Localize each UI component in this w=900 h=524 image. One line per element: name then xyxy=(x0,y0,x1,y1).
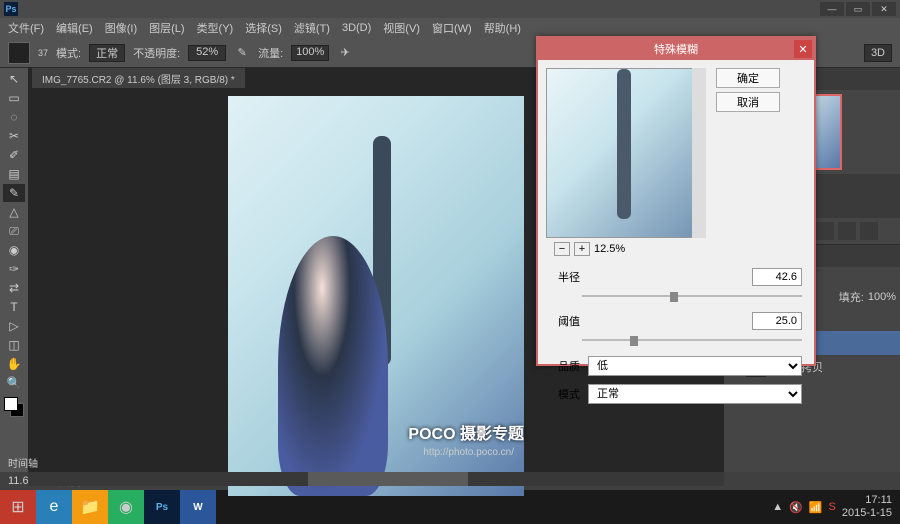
smart-blur-dialog: 特殊模糊 ✕ − + 12.5% 确定 取消 半径 阈值 品质 xyxy=(536,36,816,366)
pressure-opacity-icon[interactable]: ✎ xyxy=(234,45,250,61)
quality-select[interactable]: 低 xyxy=(588,356,802,376)
dialog-title: 特殊模糊 ✕ xyxy=(538,38,814,60)
titlebar: Ps — ▭ ✕ xyxy=(0,0,900,18)
taskbar-browser[interactable]: ◉ xyxy=(108,490,144,524)
menu-filter[interactable]: 滤镜(T) xyxy=(290,18,334,38)
crop-tool[interactable]: ✂ xyxy=(3,127,25,145)
stamp-tool[interactable]: △ xyxy=(3,203,25,221)
clock[interactable]: 17:11 2015-1-15 xyxy=(842,494,892,520)
menu-type[interactable]: 类型(Y) xyxy=(193,18,238,38)
dialog-mode-label: 模式 xyxy=(550,386,580,402)
threshold-label: 阈值 xyxy=(550,313,580,329)
path-tool[interactable]: ▷ xyxy=(3,317,25,335)
zoom-in-button[interactable]: + xyxy=(574,242,590,256)
dialog-preview[interactable] xyxy=(546,68,706,238)
radius-input[interactable] xyxy=(752,268,802,286)
pen-tool[interactable]: ✑ xyxy=(3,260,25,278)
mode-label: 模式: xyxy=(56,45,81,61)
color-swatches[interactable] xyxy=(4,397,24,417)
lasso-tool[interactable]: ◌ xyxy=(3,108,25,126)
type-tool[interactable]: T xyxy=(3,298,25,316)
start-button[interactable]: ⊞ xyxy=(0,490,36,524)
foreground-color[interactable] xyxy=(4,397,18,411)
system-tray: ▲ 🔇 📶 S 17:11 2015-1-15 xyxy=(772,494,900,520)
menu-help[interactable]: 帮助(H) xyxy=(480,18,525,38)
horizontal-scrollbar[interactable] xyxy=(28,472,724,486)
cancel-button[interactable]: 取消 xyxy=(716,92,780,112)
patch-tool[interactable]: ▤ xyxy=(3,165,25,183)
radius-label: 半径 xyxy=(550,269,580,285)
tray-icon[interactable]: S xyxy=(829,501,836,513)
toolbox: ↖ ▭ ◌ ✂ ✐ ▤ ✎ △ ⎚ ◉ ✑ ⇄ T ▷ ◫ ✋ 🔍 xyxy=(0,68,28,472)
preview-scrollbar[interactable] xyxy=(692,68,706,238)
menu-layer[interactable]: 图层(L) xyxy=(145,18,188,38)
timeline-tab[interactable]: 时间轴 xyxy=(8,455,38,470)
opacity-field[interactable]: 52% xyxy=(188,45,226,61)
quality-label: 品质 xyxy=(550,358,580,374)
workspace-3d[interactable]: 3D xyxy=(864,44,892,62)
watermark: POCO 摄影专题 xyxy=(408,420,524,444)
threshold-slider[interactable] xyxy=(582,334,802,346)
flow-field[interactable]: 100% xyxy=(291,45,329,61)
menu-file[interactable]: 文件(F) xyxy=(4,18,48,38)
taskbar-photoshop[interactable]: Ps xyxy=(144,490,180,524)
hand-tool[interactable]: ✋ xyxy=(3,355,25,373)
taskbar-ie[interactable]: e xyxy=(36,490,72,524)
maximize-button[interactable]: ▭ xyxy=(846,2,870,16)
brush-preset[interactable] xyxy=(8,42,30,64)
adj-icon[interactable] xyxy=(838,222,856,240)
dialog-mode-select[interactable]: 正常 xyxy=(588,384,802,404)
move-tool[interactable]: ↖ xyxy=(3,70,25,88)
brush-tool[interactable]: ✎ xyxy=(3,184,25,202)
dodge-tool[interactable]: ⇄ xyxy=(3,279,25,297)
app-logo: Ps xyxy=(4,2,18,16)
tray-icon[interactable]: 📶 xyxy=(809,501,823,514)
flow-label: 流量: xyxy=(258,45,283,61)
shape-tool[interactable]: ◫ xyxy=(3,336,25,354)
brush-size: 37 xyxy=(38,48,48,58)
dialog-close-button[interactable]: ✕ xyxy=(794,40,812,58)
dialog-zoom[interactable]: 12.5% xyxy=(594,243,625,255)
menu-3d[interactable]: 3D(D) xyxy=(338,20,375,36)
menu-image[interactable]: 图像(I) xyxy=(101,18,141,38)
menu-view[interactable]: 视图(V) xyxy=(379,18,424,38)
adj-icon[interactable] xyxy=(816,222,834,240)
scrollbar-thumb[interactable] xyxy=(308,472,468,486)
zoom-out-button[interactable]: − xyxy=(554,242,570,256)
marquee-tool[interactable]: ▭ xyxy=(3,89,25,107)
gradient-tool[interactable]: ◉ xyxy=(3,241,25,259)
menu-window[interactable]: 窗口(W) xyxy=(428,18,476,38)
close-button[interactable]: ✕ xyxy=(872,2,896,16)
document-tab[interactable]: IMG_7765.CR2 @ 11.6% (图层 3, RGB/8) * xyxy=(32,68,245,88)
radius-slider[interactable] xyxy=(582,290,802,302)
ok-button[interactable]: 确定 xyxy=(716,68,780,88)
menubar: 文件(F) 编辑(E) 图像(I) 图层(L) 类型(Y) 选择(S) 滤镜(T… xyxy=(0,18,900,38)
tray-icon[interactable]: 🔇 xyxy=(789,501,803,514)
menu-edit[interactable]: 编辑(E) xyxy=(52,18,97,38)
adj-icon[interactable] xyxy=(860,222,878,240)
zoom-tool[interactable]: 🔍 xyxy=(3,374,25,392)
threshold-input[interactable] xyxy=(752,312,802,330)
watermark-url: http://photo.poco.cn/ xyxy=(423,447,514,458)
eyedropper-tool[interactable]: ✐ xyxy=(3,146,25,164)
airbrush-icon[interactable]: ✈ xyxy=(337,45,353,61)
taskbar-word[interactable]: W xyxy=(180,490,216,524)
mode-select[interactable]: 正常 xyxy=(89,44,125,62)
tray-icon[interactable]: ▲ xyxy=(772,501,783,513)
taskbar-explorer[interactable]: 📁 xyxy=(72,490,108,524)
menu-select[interactable]: 选择(S) xyxy=(241,18,286,38)
minimize-button[interactable]: — xyxy=(820,2,844,16)
eraser-tool[interactable]: ⎚ xyxy=(3,222,25,240)
opacity-label: 不透明度: xyxy=(133,45,180,61)
